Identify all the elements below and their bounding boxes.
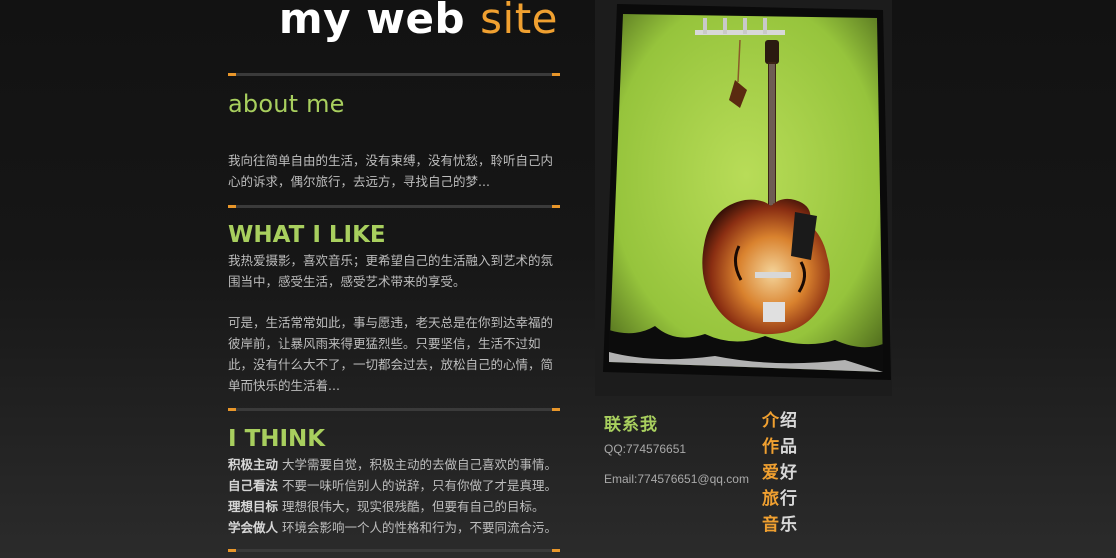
think-item: 积极主动 大学需要自觉，积极主动的去做自己喜欢的事情。 [228, 454, 568, 475]
section-divider [228, 408, 560, 411]
think-item: 自己看法 不要一味听信别人的说辞，只有你做了才是真理。 [228, 475, 568, 496]
section-divider [228, 205, 560, 208]
think-item: 理想目标 理想很伟大，现实很残酷，但要有自己的目标。 [228, 496, 568, 517]
think-item-value: 环境会影响一个人的性格和行为，不要同流合污。 [282, 520, 558, 535]
site-title: my web site [279, 0, 558, 43]
think-item-value: 理想很伟大，现实很残酷，但要有自己的目标。 [282, 499, 545, 514]
think-item-key: 自己看法 [228, 478, 279, 493]
about-text: 我向往简单自由的生活，没有束缚，没有忧愁，聆听自己内心的诉求，偶尔旅行，去远方，… [228, 153, 554, 189]
side-nav: 介绍 作品 爱好 旅行 音乐 [762, 408, 798, 538]
like-heading: WHAT I LIKE [228, 222, 386, 248]
nav-item-accent: 音 [762, 515, 780, 535]
nav-item-music[interactable]: 音乐 [762, 512, 798, 538]
nav-item-rest: 乐 [780, 515, 798, 535]
section-divider [228, 73, 560, 76]
think-heading: I THINK [228, 426, 326, 452]
think-item: 学会做人 环境会影响一个人的性格和行为，不要同流合污。 [228, 517, 568, 538]
contact-qq: QQ:774576651 [604, 442, 687, 456]
nav-item-rest: 绍 [780, 411, 798, 431]
contact-heading: 联系我 [604, 415, 658, 435]
site-title-main: my web [278, 0, 466, 43]
nav-item-works[interactable]: 作品 [762, 434, 798, 460]
nav-item-hobbies[interactable]: 爱好 [762, 460, 798, 486]
nav-item-rest: 行 [780, 489, 798, 509]
guitar-photo-frame [595, 0, 892, 396]
think-item-value: 大学需要自觉，积极主动的去做自己喜欢的事情。 [282, 457, 558, 472]
nav-item-accent: 作 [762, 437, 780, 457]
section-divider [228, 549, 560, 552]
think-item-key: 积极主动 [228, 457, 279, 472]
think-item-value: 不要一味听信别人的说辞，只有你做了才是真理。 [282, 478, 558, 493]
nav-item-intro[interactable]: 介绍 [762, 408, 798, 434]
nav-item-rest: 品 [780, 437, 798, 457]
think-list: 积极主动 大学需要自觉，积极主动的去做自己喜欢的事情。 自己看法 不要一味听信别人的… [228, 454, 568, 538]
nav-item-travel[interactable]: 旅行 [762, 486, 798, 512]
site-title-accent: site [480, 0, 558, 43]
nav-item-accent: 旅 [762, 489, 780, 509]
nav-item-accent: 爱 [762, 463, 780, 483]
about-heading: about me [228, 90, 345, 118]
like-text-2: 可是，生活常常如此，事与愿违，老天总是在你到达幸福的彼岸前，让暴风雨来得更猛烈些… [228, 315, 554, 393]
like-text-1: 我热爱摄影，喜欢音乐；更希望自己的生活融入到艺术的氛围当中，感受生活，感受艺术带… [228, 253, 554, 289]
think-item-key: 学会做人 [228, 520, 279, 535]
guitar-photo [595, 0, 892, 396]
think-item-key: 理想目标 [228, 499, 279, 514]
nav-item-accent: 介 [762, 411, 780, 431]
contact-email: Email:774576651@qq.com [604, 472, 749, 486]
nav-item-rest: 好 [780, 463, 798, 483]
